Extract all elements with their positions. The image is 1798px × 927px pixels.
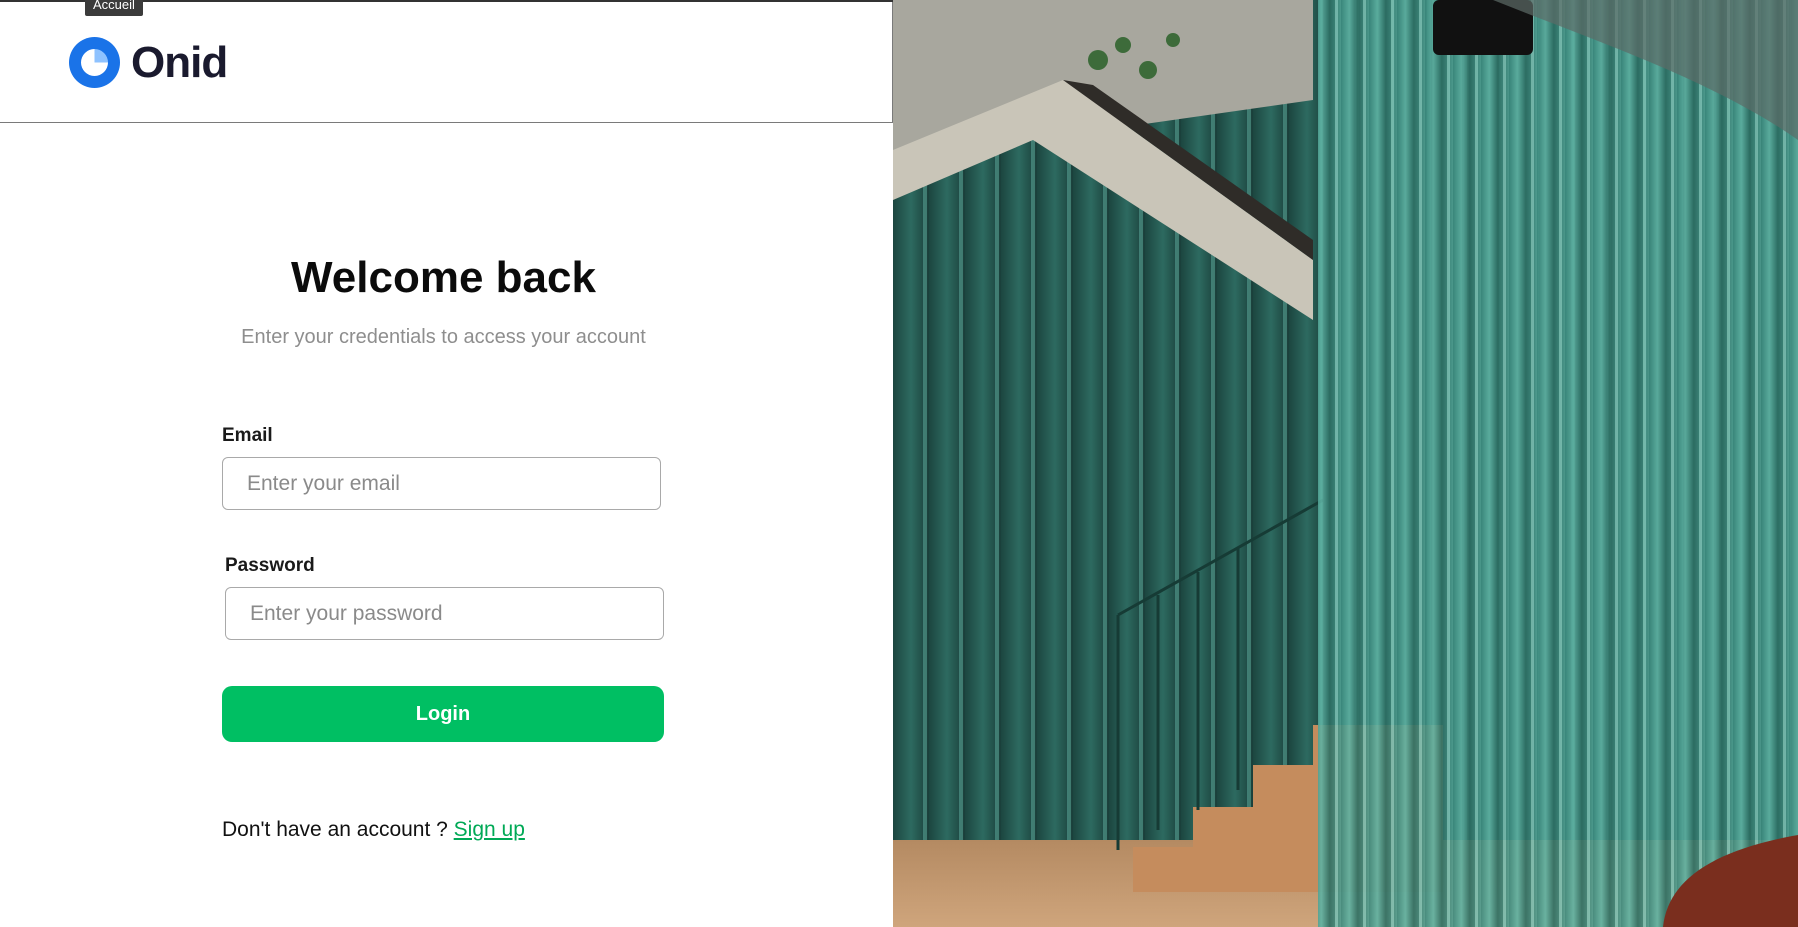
login-page: Onid Accueil Welcome back Enter your cre… bbox=[0, 0, 1798, 927]
login-panel: Onid Accueil Welcome back Enter your cre… bbox=[0, 0, 893, 927]
login-button[interactable]: Login bbox=[222, 686, 664, 742]
page-title: Welcome back bbox=[291, 253, 596, 302]
onid-logo-icon bbox=[69, 37, 120, 88]
brand-logo[interactable]: Onid bbox=[69, 37, 228, 88]
email-field[interactable] bbox=[222, 457, 661, 510]
password-label: Password bbox=[225, 555, 315, 576]
brand-name: Onid bbox=[131, 38, 228, 87]
staircase-photo bbox=[893, 0, 1798, 927]
tooltip: Accueil bbox=[85, 0, 143, 16]
signup-prompt-text: Don't have an account ? bbox=[222, 818, 454, 841]
email-label: Email bbox=[222, 425, 273, 446]
login-form: Welcome back Enter your credentials to a… bbox=[222, 248, 665, 841]
password-field[interactable] bbox=[225, 587, 664, 640]
signup-link[interactable]: Sign up bbox=[454, 818, 525, 841]
signup-prompt: Don't have an account ? Sign up bbox=[222, 818, 525, 842]
hero-image bbox=[893, 0, 1798, 927]
header: Onid bbox=[0, 2, 893, 123]
page-subtitle: Enter your credentials to access your ac… bbox=[241, 326, 646, 348]
